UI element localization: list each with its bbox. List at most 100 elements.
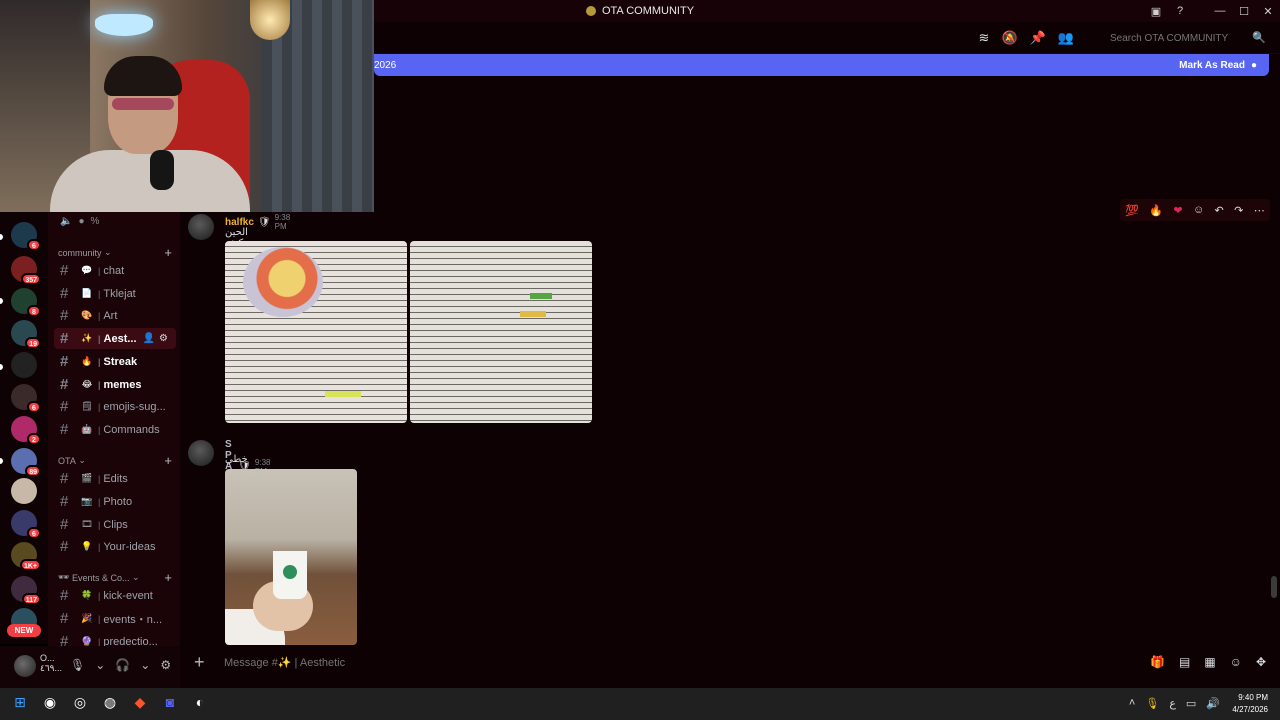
server-icon[interactable]: 6 (11, 510, 41, 539)
mute-bell-icon[interactable]: 🔕 (1001, 30, 1017, 46)
reply-icon[interactable]: ↶ (1215, 204, 1224, 217)
server-icon[interactable]: 19 (11, 320, 41, 349)
search-box[interactable]: 🔍 (1106, 28, 1268, 48)
more-options-icon[interactable]: ⋯ (1254, 204, 1265, 217)
hash-icon: # (60, 262, 69, 279)
channel-events-news[interactable]: # 🎉 | events・n... (54, 608, 176, 629)
hash-icon: # (60, 516, 69, 533)
gift-icon[interactable]: 🎁 (1150, 655, 1165, 669)
attachment-image[interactable] (225, 241, 407, 423)
message-text: خطي (225, 454, 248, 465)
reaction-100-icon[interactable]: 💯 (1125, 204, 1139, 217)
search-input[interactable] (1110, 32, 1250, 44)
add-channel-icon[interactable]: + (164, 245, 172, 260)
new-messages-bar[interactable]: 2026 Mark As Read ● (374, 54, 1269, 76)
microphone-icon[interactable]: 🎙 (70, 658, 85, 672)
window-title-text: OTA COMMUNITY (601, 5, 695, 17)
channel-commands[interactable]: # 🤖 | Commands (54, 419, 176, 440)
hash-icon: # (60, 633, 69, 646)
chrome-icon[interactable]: ◎ (70, 694, 90, 711)
hash-icon: # (60, 285, 69, 302)
sticker-icon[interactable]: ▦ (1204, 655, 1215, 669)
server-icon[interactable]: 8 (11, 288, 41, 317)
avatar[interactable] (188, 214, 214, 240)
apps-icon[interactable]: ✥ (1256, 655, 1266, 669)
channel-photo[interactable]: # 📷 | Photo (54, 491, 176, 512)
close-button[interactable]: ✕ (1256, 5, 1280, 18)
message-input[interactable] (224, 654, 924, 672)
add-channel-icon[interactable]: + (164, 570, 172, 585)
reaction-heart-icon[interactable]: ❤ (1173, 204, 1182, 217)
server-icon[interactable]: 1K+ (11, 542, 41, 571)
maximize-button[interactable]: ☐ (1232, 5, 1256, 18)
windows-start-icon[interactable]: ⊞ (10, 694, 30, 711)
settings-gear-icon[interactable]: ⚙ (159, 333, 168, 344)
reaction-fire-icon[interactable]: 🔥 (1149, 204, 1163, 217)
webcam-overlay (0, 0, 374, 212)
discord-icon[interactable]: ◙ (160, 694, 180, 711)
app-icon[interactable]: ◍ (100, 694, 120, 711)
server-icon[interactable]: 2 (11, 416, 41, 445)
forward-icon[interactable]: ↷ (1234, 204, 1243, 217)
category-events[interactable]: 🕶 Events & Co... ⌄ + (58, 570, 176, 585)
attachment-image[interactable] (225, 469, 357, 645)
chat-scrollbar[interactable] (1271, 576, 1277, 598)
server-icon[interactable]: 89 (11, 448, 41, 477)
message-author[interactable]: halfkc (225, 217, 254, 228)
gif-icon[interactable]: ▤ (1179, 655, 1190, 669)
server-icon[interactable]: 117 (11, 576, 41, 605)
chevron-up-icon[interactable]: ˄ (1129, 697, 1135, 710)
inbox-icon[interactable]: ▣ (1144, 5, 1168, 18)
network-icon[interactable]: ▭ (1186, 697, 1196, 710)
channel-emojis-suggestions[interactable]: # 🗒 | emojis-sug... (54, 396, 176, 417)
server-icon[interactable]: 6 (11, 222, 41, 251)
mark-as-read-button[interactable]: Mark As Read ● (1179, 60, 1257, 71)
attachment-image[interactable] (410, 241, 592, 423)
channel-aesthetic[interactable]: # ✨ | Aest... 👤 ⚙ (54, 328, 176, 349)
window-controls: ▣ ? — ☐ ✕ (1144, 0, 1280, 22)
channel-tklejat[interactable]: # 📄 | Tklejat (54, 283, 176, 304)
chevron-down-icon[interactable]: ⌄ (95, 658, 105, 672)
obs-icon[interactable]: ◉ (40, 694, 60, 711)
voice-channel-row[interactable]: 🔈 ● % (60, 216, 99, 227)
avatar[interactable] (14, 655, 36, 677)
help-icon[interactable]: ? (1168, 5, 1192, 17)
channel-art[interactable]: # 🎨 | Art (54, 305, 176, 326)
members-icon[interactable]: 👥 (1058, 30, 1074, 46)
headphones-icon[interactable]: 🎧 (115, 658, 130, 672)
channel-chat[interactable]: # 💬 | chat (54, 260, 176, 281)
channel-streak[interactable]: # 🔥 | Streak (54, 351, 176, 372)
user-settings-gear-icon[interactable]: ⚙ (160, 658, 171, 672)
system-clock[interactable]: 9:40 PM 4/27/2026 (1232, 692, 1268, 716)
server-icon[interactable]: 6 (11, 384, 41, 413)
avatar[interactable] (188, 440, 214, 466)
emoji-icon[interactable]: ☺ (1230, 655, 1242, 669)
add-attachment-icon[interactable]: + (194, 652, 205, 673)
category-community[interactable]: community ⌄ + (58, 245, 176, 260)
volume-icon[interactable]: 🔊 (1206, 697, 1220, 710)
steam-icon[interactable]: ◐ (190, 694, 210, 711)
channel-your-ideas[interactable]: # 💡 | Your-ideas (54, 536, 176, 557)
microphone (150, 150, 174, 190)
channel-kick-event[interactable]: # 🍀 | kick-event (54, 585, 176, 606)
threads-icon[interactable]: ≋ (979, 30, 990, 46)
invite-icon[interactable]: 👤 (143, 333, 155, 344)
brave-browser-icon[interactable]: ◆ (130, 694, 150, 711)
chevron-down-icon[interactable]: ⌄ (140, 658, 150, 672)
user-name[interactable]: O... ٤٦٩... (40, 653, 62, 673)
channel-edits[interactable]: # 🎬 | Edits (54, 468, 176, 489)
pin-icon[interactable]: 📌 (1030, 30, 1046, 46)
server-icon[interactable]: 357 (11, 256, 41, 285)
category-ota[interactable]: OTA ⌄ + (58, 453, 176, 468)
minimize-button[interactable]: — (1208, 5, 1232, 17)
add-channel-icon[interactable]: + (164, 453, 172, 468)
server-icon[interactable] (11, 352, 37, 378)
server-icon[interactable] (11, 478, 37, 504)
channel-predection[interactable]: # 🔮 | predectio... (54, 631, 176, 646)
channel-memes[interactable]: # 😂 | memes (54, 374, 176, 395)
hash-icon: # (60, 493, 69, 510)
mic-tray-icon[interactable]: 🎙 (1145, 697, 1159, 710)
language-indicator[interactable]: ع (1169, 697, 1176, 710)
add-reaction-icon[interactable]: ☺ (1193, 204, 1204, 216)
channel-clips[interactable]: # 🎞 | Clips (54, 514, 176, 535)
